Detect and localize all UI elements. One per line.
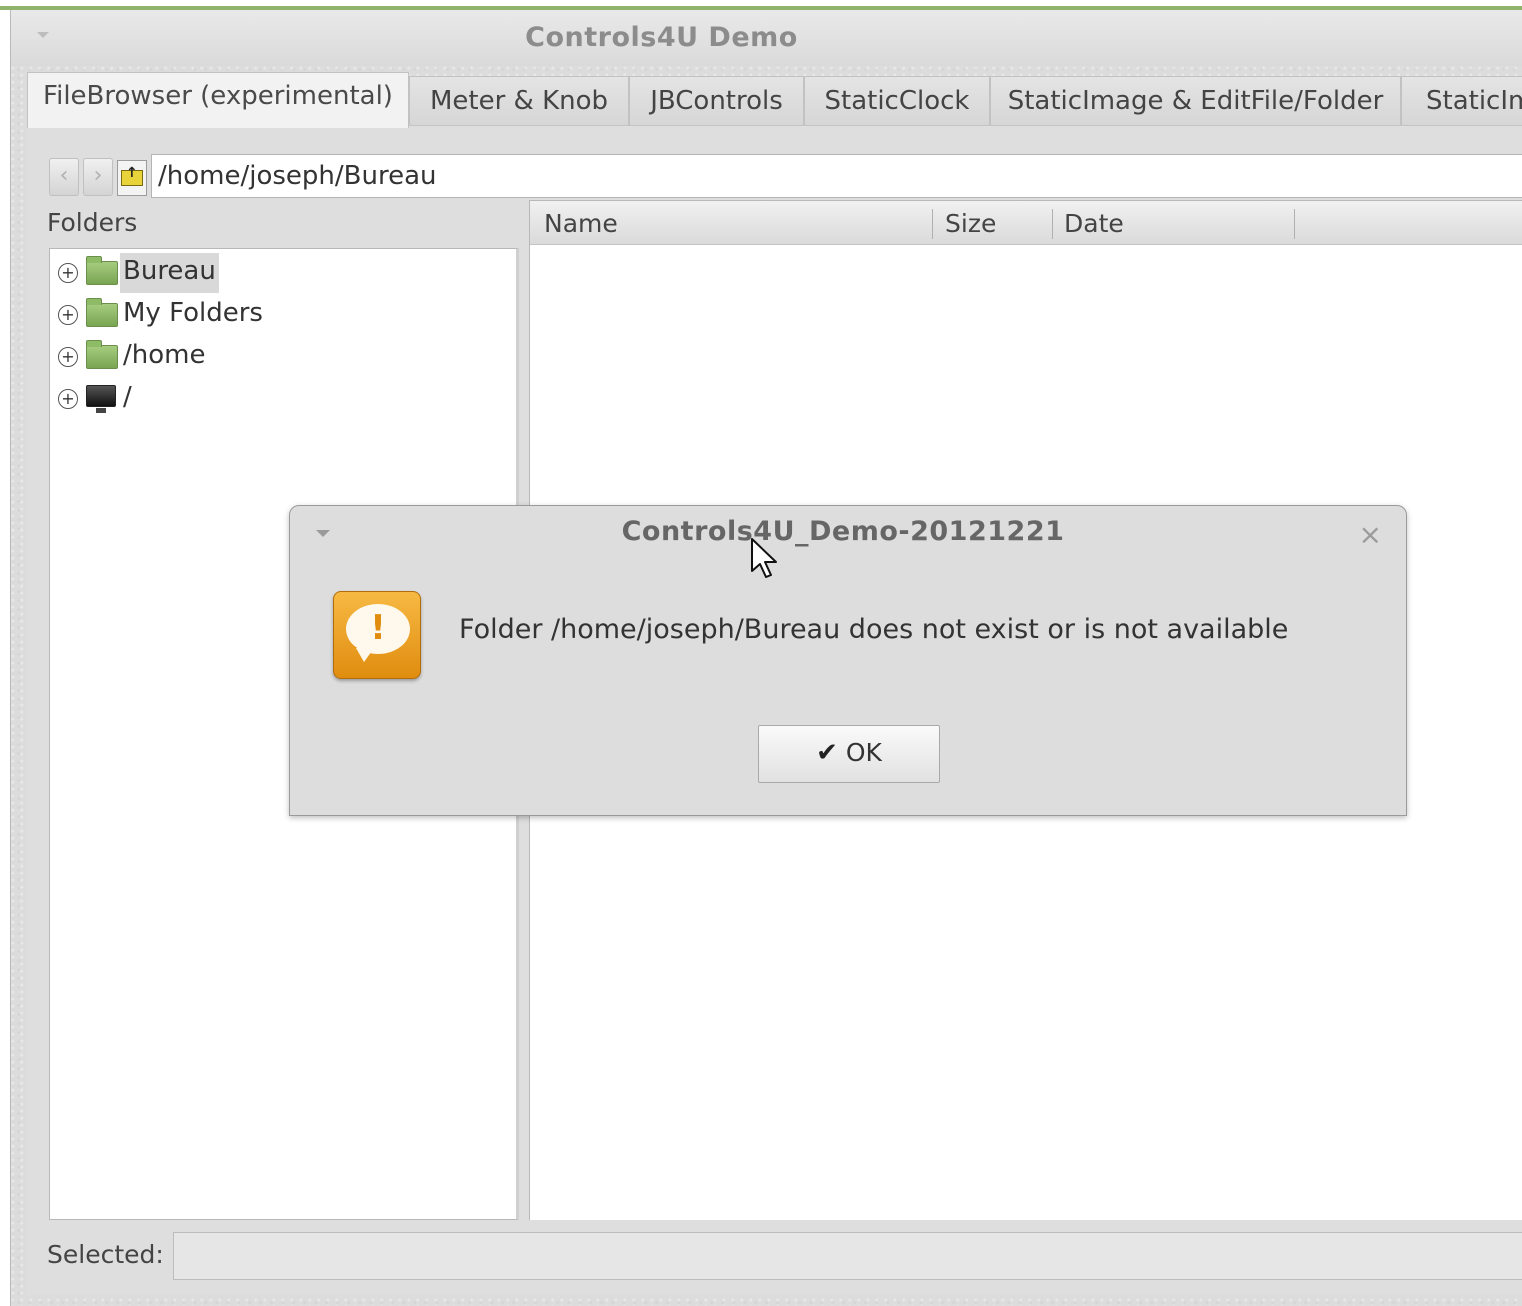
tree-item-label: My Folders xyxy=(123,298,263,328)
folders-label: Folders xyxy=(47,208,138,237)
tab-filebrowser[interactable]: FileBrowser (experimental) xyxy=(27,72,409,128)
column-header-name[interactable]: Name xyxy=(544,209,618,238)
column-separator[interactable] xyxy=(932,209,933,239)
tab-jbcontrols[interactable]: JBControls xyxy=(629,76,804,126)
folder-icon xyxy=(86,340,118,369)
tree-item-label: /home xyxy=(123,340,206,370)
tab-meter-knob[interactable]: Meter & Knob xyxy=(409,76,629,126)
folder-icon xyxy=(86,256,118,285)
ok-label: OK xyxy=(845,738,882,767)
column-separator[interactable] xyxy=(1052,209,1053,239)
forward-button[interactable]: › xyxy=(83,158,113,196)
check-icon: ✔ xyxy=(816,738,838,768)
dialog-title: Controls4U_Demo-20121221 xyxy=(621,516,1065,547)
tab-bar: FileBrowser (experimental) Meter & Knob … xyxy=(27,72,1522,128)
column-header-size[interactable]: Size xyxy=(945,209,996,238)
warning-icon: ! xyxy=(333,591,421,679)
error-dialog: Controls4U_Demo-20121221 × ! Folder /hom… xyxy=(289,505,1407,816)
tab-staticim-truncated[interactable]: StaticIm xyxy=(1401,76,1522,126)
back-button[interactable]: ‹ xyxy=(49,158,79,196)
chevron-left-icon: ‹ xyxy=(59,163,69,188)
expand-icon[interactable]: + xyxy=(58,347,78,367)
tab-staticimage-editfile[interactable]: StaticImage & EditFile/Folder xyxy=(990,76,1401,126)
dialog-message: Folder /home/joseph/Bureau does not exis… xyxy=(459,614,1289,645)
tree-item-label: Bureau xyxy=(120,253,219,293)
column-header-date[interactable]: Date xyxy=(1064,209,1124,238)
tab-staticclock[interactable]: StaticClock xyxy=(804,76,990,126)
path-input[interactable]: /home/joseph/Bureau xyxy=(151,154,1522,198)
ok-button[interactable]: ✔ OK xyxy=(758,725,940,783)
chevron-right-icon: › xyxy=(93,163,103,188)
tree-item-label: / xyxy=(123,382,132,412)
monitor-icon xyxy=(86,385,116,413)
column-separator[interactable] xyxy=(1294,209,1295,239)
expand-icon[interactable]: + xyxy=(58,263,78,283)
expand-icon[interactable]: + xyxy=(58,305,78,325)
expand-icon[interactable]: + xyxy=(58,389,78,409)
mouse-cursor-icon xyxy=(751,538,777,578)
selected-label: Selected: xyxy=(47,1240,164,1269)
file-list-header: Name Size Date xyxy=(530,201,1522,245)
selected-input[interactable] xyxy=(173,1232,1522,1280)
folder-icon xyxy=(86,298,118,327)
up-folder-button[interactable]: ↑ xyxy=(117,160,147,196)
window-title: Controls4U Demo xyxy=(525,22,798,53)
close-icon[interactable]: × xyxy=(1359,518,1382,551)
title-bar[interactable]: Controls4U Demo xyxy=(11,10,1522,66)
desktop-top-strip xyxy=(0,0,1522,10)
